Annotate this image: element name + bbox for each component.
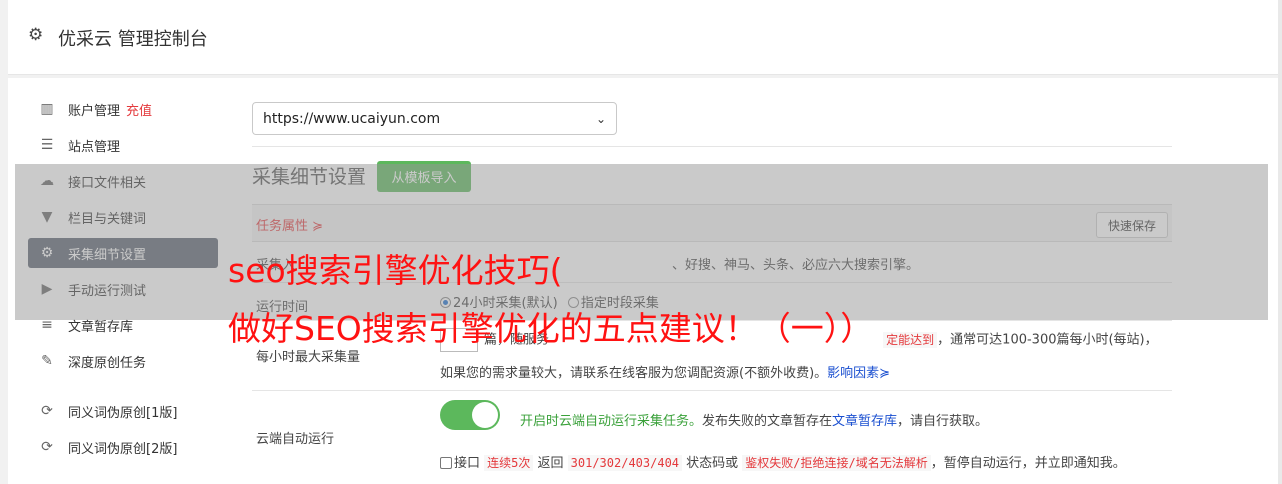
pause-checkbox[interactable] <box>440 457 452 469</box>
sidebar-item-synonym-v1[interactable]: ⟳ 同义词伪原创[1版] <box>28 396 218 426</box>
server-icon: ☰ <box>40 137 54 153</box>
max-per-hour-line2: 如果您的需求量较大，请联系在线客服为您调配资源(不额外收费)。影响因素≽ <box>440 362 890 381</box>
edit-icon: ✎ <box>41 353 53 369</box>
watermark-line1: seo搜索引擎优化技巧( <box>228 251 563 290</box>
refresh-icon: ⟳ <box>41 439 53 455</box>
site-select[interactable]: https://www.ucaiyun.com ⌄ <box>252 102 617 135</box>
sidebar-item-label: 账户管理 <box>68 103 121 119</box>
contact-hint: 如果您的需求量较大，请联系在线客服为您调配资源(不额外收费)。 <box>440 366 828 381</box>
toggle-knob <box>472 402 498 428</box>
notify-text: ，暂停自动运行，并立即通知我。 <box>930 456 1126 471</box>
chevron-down-icon: ⌄ <box>595 111 606 126</box>
cloud-desc2: ，请自行获取。 <box>897 414 989 429</box>
max-per-hour-rate: ，通常可达100-300篇每小时(每站)， <box>937 332 1158 348</box>
reach-hint: 定能达到 <box>883 331 938 348</box>
status-text: 状态码或 <box>682 456 743 471</box>
sidebar-item-deep-original[interactable]: ✎ 深度原创任务 <box>28 346 218 376</box>
cloud-run-row: 云端自动运行 开启时云端自动运行采集任务。发布失败的文章暂存在文章暂存库，请自行… <box>252 390 1172 482</box>
pause-label: 接口 <box>454 456 481 471</box>
sidebar-item-account[interactable]: ▥ 账户管理 充值 <box>28 94 218 124</box>
site-select-value: https://www.ucaiyun.com <box>263 110 441 127</box>
influence-factors-link[interactable]: 影响因素≽ <box>827 366 890 381</box>
article-store-link[interactable]: 文章暂存库 <box>832 414 897 429</box>
recharge-link[interactable]: 充值 <box>126 100 152 119</box>
app-header: ⚙ 优采云 管理控制台 <box>8 0 1282 75</box>
sidebar-item-label: 同义词伪原创[2版] <box>68 441 178 457</box>
watermark-overlay <box>15 164 1268 320</box>
consecutive-text: 连续5次 <box>484 455 534 471</box>
max-per-hour-label: 每小时最大采集量 <box>256 350 361 365</box>
pause-condition: 接口 连续5次 返回 301/302/403/404 状态码或 鉴权失败/拒绝连… <box>440 452 1126 471</box>
refresh-icon: ⟳ <box>41 403 53 419</box>
error-types: 鉴权失败/拒绝连接/域名无法解析 <box>742 455 931 471</box>
scrollbar[interactable] <box>1278 0 1282 484</box>
watermark-line2: 做好SEO搜索引擎优化的五点建议！（一）） <box>228 309 874 348</box>
sidebar-item-label: 站点管理 <box>68 139 121 155</box>
returns-text: 返回 <box>533 456 568 471</box>
sidebar-item-label: 同义词伪原创[1版] <box>68 405 178 421</box>
sidebar-item-synonym-v2[interactable]: ⟳ 同义词伪原创[2版] <box>28 432 218 462</box>
cloud-desc: 发布失败的文章暂存在 <box>702 414 833 429</box>
cloud-run-toggle[interactable] <box>440 400 500 430</box>
cloud-run-label: 云端自动运行 <box>256 432 335 447</box>
page-title: 优采云 管理控制台 <box>58 29 208 50</box>
gear-icon: ⚙ <box>28 25 44 45</box>
cloud-on-text: 开启时云端自动运行采集任务。 <box>520 414 703 429</box>
status-codes: 301/302/403/404 <box>567 455 683 471</box>
cloud-run-desc: 开启时云端自动运行采集任务。发布失败的文章暂存在文章暂存库，请自行获取。 <box>520 410 988 429</box>
sidebar-item-label: 深度原创任务 <box>68 355 147 371</box>
sidebar-item-sites[interactable]: ☰ 站点管理 <box>28 130 218 160</box>
divider <box>252 146 1172 147</box>
bar-chart-icon: ▥ <box>40 101 54 117</box>
